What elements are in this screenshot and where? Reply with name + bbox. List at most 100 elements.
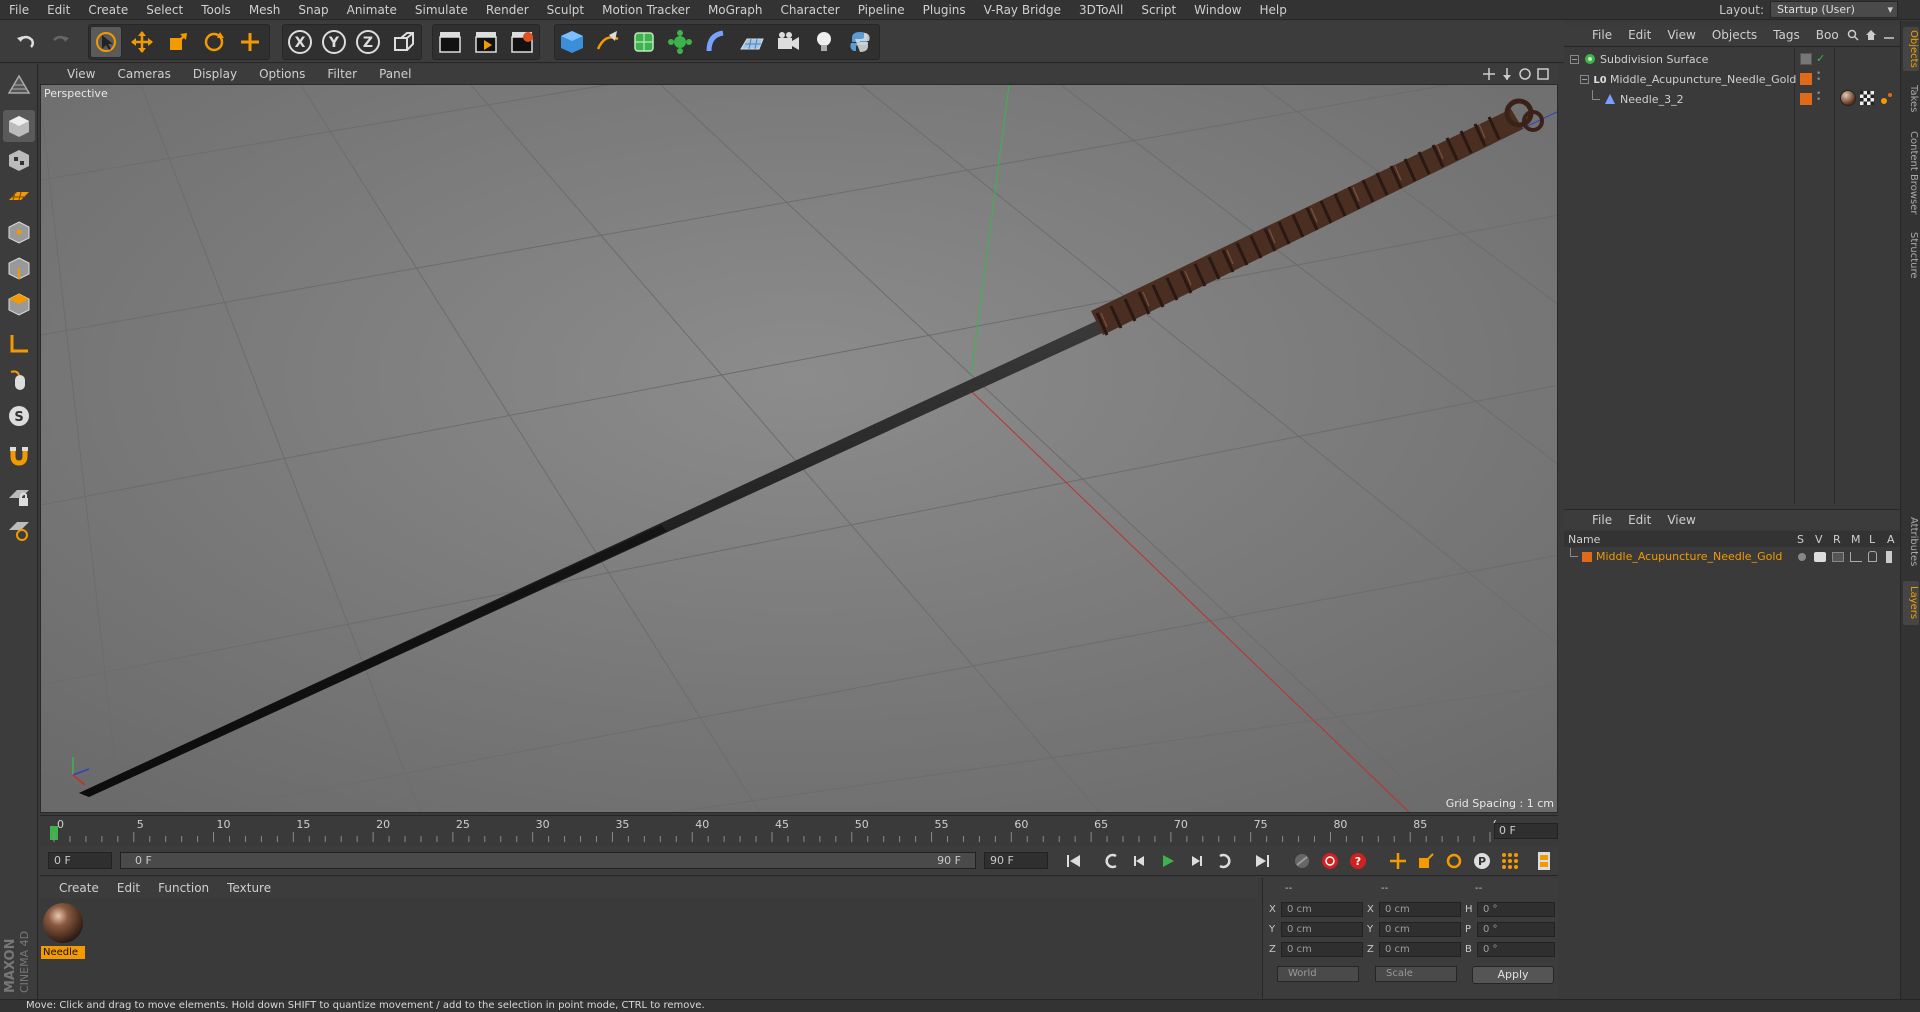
layer-lock-icon[interactable] (1868, 551, 1877, 562)
lock-workplane-button[interactable] (3, 480, 35, 512)
camera-object-button[interactable] (772, 26, 804, 58)
layer-col-locked[interactable]: L (1869, 533, 1875, 546)
minimize-icon[interactable] (1883, 29, 1895, 41)
object-menu-tags[interactable]: Tags (1765, 28, 1808, 42)
undo-button[interactable] (10, 26, 42, 58)
scale-tool-button[interactable] (162, 26, 194, 58)
menu-mesh[interactable]: Mesh (240, 0, 290, 20)
pen-spline-button[interactable] (592, 26, 624, 58)
z-axis-lock-button[interactable]: Z (352, 26, 384, 58)
apply-button[interactable]: Apply (1472, 966, 1554, 984)
layer-col-manager[interactable]: M (1851, 533, 1861, 546)
record-active-button[interactable] (1318, 850, 1342, 872)
menu-help[interactable]: Help (1250, 0, 1295, 20)
timeline-window-button[interactable] (1532, 850, 1556, 872)
tab-takes[interactable]: Takes (1903, 81, 1919, 117)
scale-mode-dropdown[interactable]: Scale (1375, 966, 1457, 982)
layer-col-render[interactable]: R (1833, 533, 1841, 546)
key-scale-button[interactable] (1414, 850, 1438, 872)
material-tag-icon[interactable] (1840, 90, 1856, 106)
viewport-menu-cameras[interactable]: Cameras (106, 67, 181, 81)
size-y-field[interactable]: 0 cm (1379, 922, 1461, 937)
object-row-needle-3-2[interactable]: Needle_3_2 (1564, 90, 1794, 109)
tab-content-browser[interactable]: Content Browser (1903, 127, 1919, 219)
layer-solo-toggle[interactable] (1798, 553, 1806, 561)
layer-col-solo[interactable]: S (1797, 533, 1804, 546)
menu-snap[interactable]: Snap (289, 0, 337, 20)
planar-workplane-button[interactable] (3, 514, 35, 546)
autokey-button[interactable]: ? (1346, 850, 1370, 872)
layer-color-swatch[interactable] (1800, 93, 1812, 105)
layer-col-name[interactable]: Name (1568, 533, 1600, 546)
layer-render-icon[interactable] (1832, 552, 1844, 562)
uvw-tag-icon[interactable] (1860, 91, 1874, 105)
key-position-button[interactable] (1386, 850, 1410, 872)
python-script-button[interactable] (844, 26, 876, 58)
edges-mode-button[interactable] (3, 252, 35, 284)
menu-simulate[interactable]: Simulate (406, 0, 477, 20)
render-view-button[interactable] (434, 26, 466, 58)
phong-tag-icon[interactable] (1880, 91, 1894, 105)
layer-col-animation[interactable]: A (1887, 533, 1895, 546)
render-settings-button[interactable] (506, 26, 538, 58)
cube-object-button[interactable] (556, 26, 588, 58)
go-to-end-button[interactable] (1250, 850, 1274, 872)
previous-frame-button[interactable] (1128, 850, 1152, 872)
rot-h-field[interactable]: 0 ° (1477, 902, 1555, 917)
subdivision-surface-button[interactable] (628, 26, 660, 58)
home-icon[interactable] (1865, 29, 1877, 41)
layer-manager-icon[interactable] (1850, 552, 1862, 562)
object-menu-bookmarks[interactable]: Boo (1808, 28, 1847, 42)
frame-range-slider[interactable]: 0 F 90 F (120, 852, 976, 869)
object-row-middle-acupuncture-needle-gold[interactable]: − L0 Middle_Acupuncture_Needle_Gold (1564, 70, 1796, 89)
menu-mograph[interactable]: MoGraph (699, 0, 772, 20)
end-frame-field[interactable]: 90 F (984, 852, 1048, 869)
key-parameter-button[interactable]: P (1470, 850, 1494, 872)
menu-plugins[interactable]: Plugins (914, 0, 975, 20)
light-object-button[interactable] (808, 26, 840, 58)
layer-visible-eye-icon[interactable] (1814, 552, 1826, 562)
key-rotation-button[interactable] (1442, 850, 1466, 872)
current-frame-field[interactable]: 0 F (1494, 823, 1558, 839)
points-mode-button[interactable] (3, 216, 35, 248)
layer-col-view[interactable]: V (1815, 533, 1823, 546)
orbit-icon[interactable] (1518, 67, 1532, 81)
tab-layers[interactable]: Layers (1903, 581, 1919, 625)
go-to-start-button[interactable] (1062, 850, 1086, 872)
viewport-menu-panel[interactable]: Panel (368, 67, 422, 81)
menu-animate[interactable]: Animate (338, 0, 406, 20)
y-axis-lock-button[interactable]: Y (318, 26, 350, 58)
start-frame-field[interactable]: 0 F (48, 852, 112, 869)
layer-color-swatch[interactable] (1800, 73, 1812, 85)
search-icon[interactable] (1847, 29, 1859, 41)
select-tool-button[interactable] (90, 26, 122, 58)
rot-p-field[interactable]: 0 ° (1477, 922, 1555, 937)
menu-script[interactable]: Script (1132, 0, 1185, 20)
material-name-label[interactable]: Needle (41, 946, 85, 959)
viewport-menu-view[interactable]: View (56, 67, 106, 81)
deformer-button[interactable] (700, 26, 732, 58)
menu-tools[interactable]: Tools (192, 0, 240, 20)
render-picture-viewer-button[interactable] (470, 26, 502, 58)
viewport-menu-options[interactable]: Options (248, 67, 316, 81)
tab-objects[interactable]: Objects (1903, 27, 1919, 71)
layer-menu-file[interactable]: File (1584, 513, 1620, 527)
next-frame-button[interactable] (1184, 850, 1208, 872)
layout-select[interactable]: Startup (User) (1770, 1, 1898, 18)
tab-attributes[interactable]: Attributes (1903, 511, 1919, 573)
menu-render[interactable]: Render (477, 0, 538, 20)
axis-mode-button[interactable] (3, 328, 35, 360)
material-menu-edit[interactable]: Edit (108, 881, 149, 895)
redo-button[interactable] (44, 26, 76, 58)
layer-menu-view[interactable]: View (1659, 513, 1703, 527)
menu-vray-bridge[interactable]: V-Ray Bridge (975, 0, 1070, 20)
workplane-mode-button[interactable] (3, 180, 35, 212)
size-z-field[interactable]: 0 cm (1379, 942, 1461, 957)
move-tool-button[interactable] (126, 26, 158, 58)
layer-color-swatch[interactable] (1582, 552, 1592, 562)
snapping-button[interactable]: S (3, 400, 35, 432)
pos-x-field[interactable]: 0 cm (1281, 902, 1363, 917)
polygons-mode-button[interactable] (3, 288, 35, 320)
make-editable-button[interactable] (3, 70, 35, 102)
editor-visibility-toggle[interactable] (1800, 53, 1812, 65)
